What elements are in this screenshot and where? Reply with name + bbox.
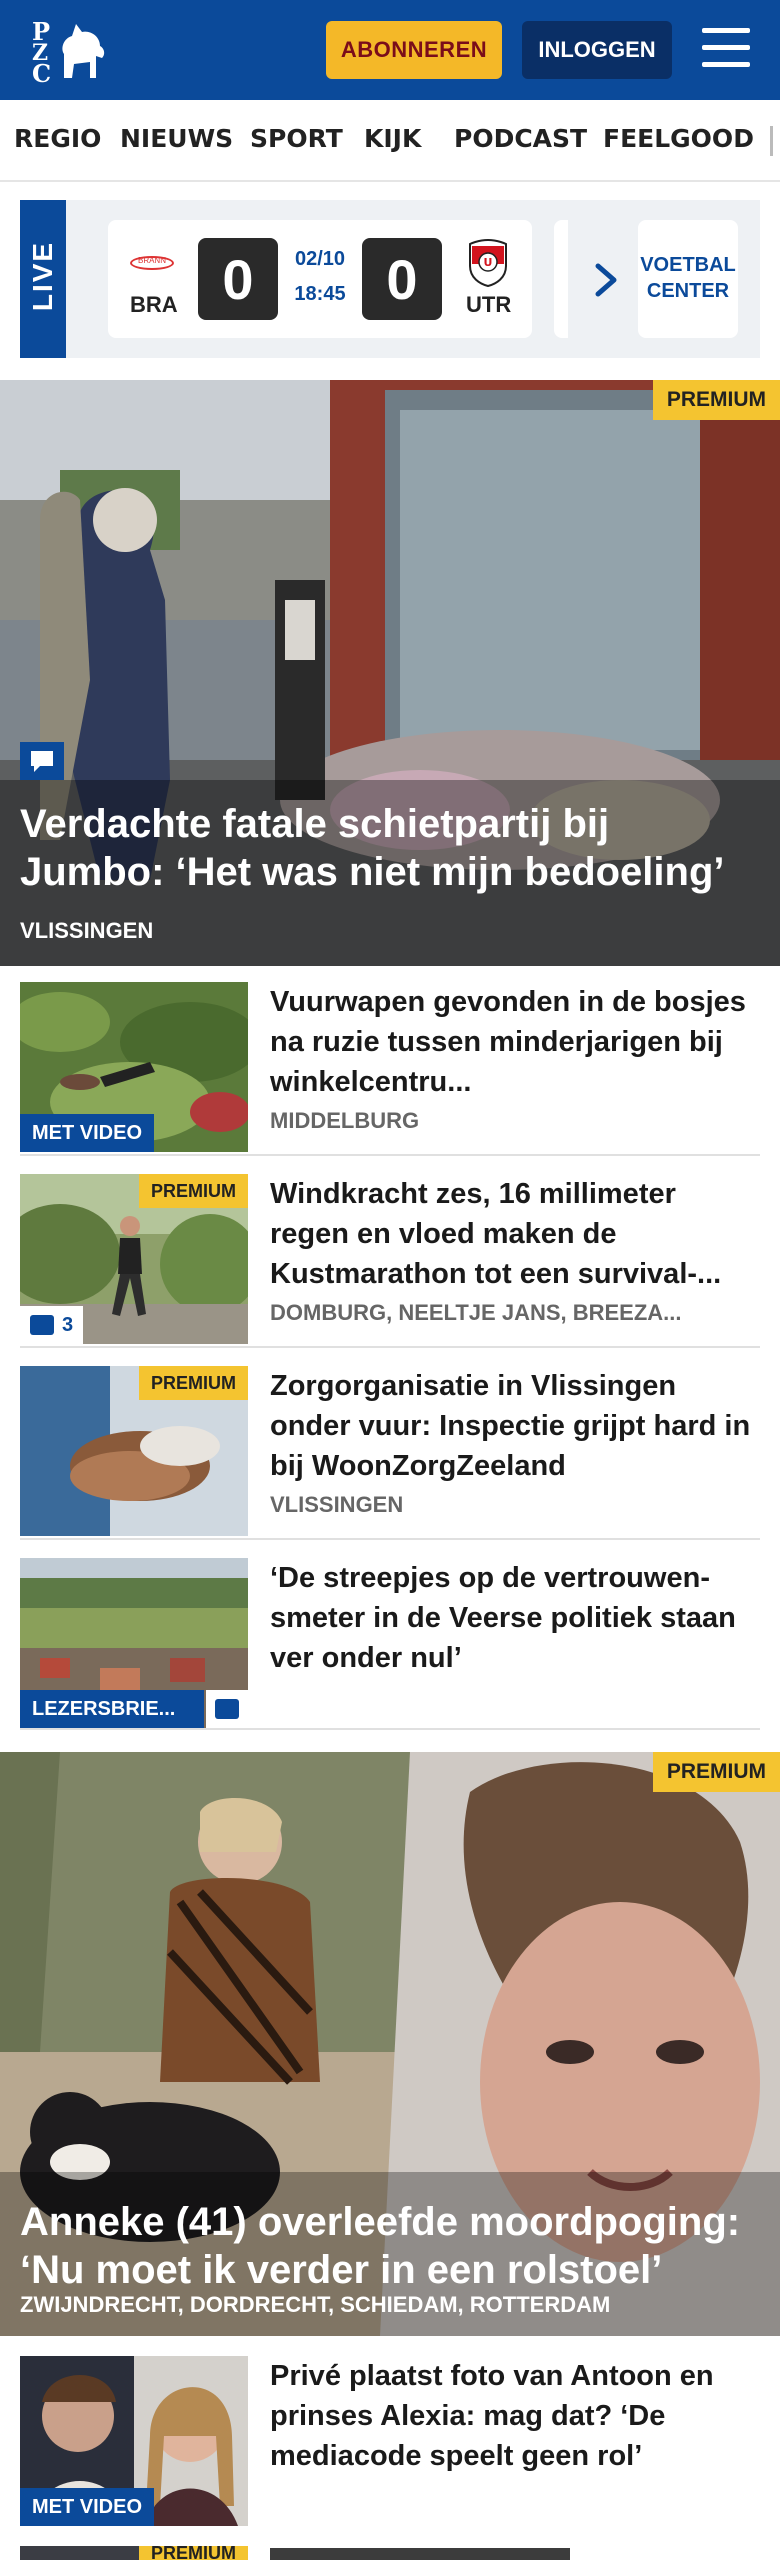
home-score: 0 xyxy=(198,238,278,320)
premium-badge: PREMIUM xyxy=(652,1752,780,1792)
article-title[interactable]: Zorgorganisatie in Vlissingen onder vuur… xyxy=(270,1366,760,1486)
article-location: VLISSINGEN xyxy=(270,1492,404,1517)
hamburger-menu-icon[interactable] xyxy=(700,24,752,74)
article-thumbnail: PREMIUM xyxy=(20,1366,248,1536)
comment-icon[interactable] xyxy=(206,1690,248,1728)
away-score: 0 xyxy=(362,238,442,320)
comment-count-number: 3 xyxy=(62,1314,74,1336)
nav-item-podcast[interactable]: PODCAST xyxy=(454,124,587,153)
article-thumbnail: PREMIUM xyxy=(20,2546,248,2560)
article-title-partial[interactable] xyxy=(270,2548,570,2560)
top-bar: P Z C ABONNEREN INLOGGEN xyxy=(0,0,780,100)
nav-item-sport[interactable]: SPORT xyxy=(250,124,343,153)
hero-article-anneke[interactable]: PREMIUM Anneke (41) overleefde moordpogi… xyxy=(0,1752,780,2336)
svg-text:U: U xyxy=(484,256,493,269)
comment-count[interactable]: 3 xyxy=(20,1306,84,1344)
match-date: 02/10 xyxy=(294,248,346,270)
article-title[interactable]: Privé plaatst foto van Antoon en prinses… xyxy=(270,2356,760,2476)
article-thumbnail: MET VIDEO xyxy=(20,982,248,1152)
article-thumbnail: MET VIDEO xyxy=(20,2356,248,2526)
hero-location: VLISSINGEN xyxy=(20,918,154,943)
hero-headline[interactable]: Verdachte fatale schietpartij bij Jumbo:… xyxy=(20,800,760,896)
article-location: MIDDELBURG xyxy=(270,1108,420,1133)
video-badge: MET VIDEO xyxy=(20,2488,155,2526)
svg-text:C: C xyxy=(32,59,51,86)
away-team-name: UTR xyxy=(466,292,512,317)
voetbal-center-link[interactable]: VOETBAL CENTER xyxy=(638,252,738,304)
video-badge: MET VIDEO xyxy=(20,1114,155,1152)
pzc-logo[interactable]: P Z C xyxy=(30,14,110,88)
subscribe-button[interactable]: ABONNEREN xyxy=(326,21,502,79)
list-item[interactable]: MET VIDEO Vuurwapen gevonden in de bosje… xyxy=(20,966,760,1156)
comment-icon xyxy=(30,1315,54,1335)
nav-overflow-divider xyxy=(770,126,773,156)
live-tag[interactable]: LIVE xyxy=(20,200,66,358)
article-thumbnail: LEZERSBRIE... xyxy=(20,1558,248,1728)
home-team-name: BRA xyxy=(130,292,178,317)
list-item[interactable]: PREMIUM 3 Windkracht zes, 16 millimeter … xyxy=(20,1158,760,1348)
next-match-card-edge[interactable] xyxy=(554,220,568,338)
nav-item-kijk[interactable]: KIJK xyxy=(364,124,421,153)
login-button[interactable]: INLOGGEN xyxy=(522,21,672,79)
list-item[interactable]: LEZERSBRIE... ‘De streepjes op de vertro… xyxy=(20,1542,760,1730)
nav-item-nieuws[interactable]: NIEUWS xyxy=(120,124,233,153)
chevron-right-icon[interactable] xyxy=(592,262,622,298)
hero-location: ZWIJNDRECHT, DORDRECHT, SCHIEDAM, ROTTER… xyxy=(20,2292,611,2317)
brann-logo-icon: BRANN xyxy=(130,256,174,270)
article-location: DOMBURG, NEELTJE JANS, BREEZA... xyxy=(270,1300,682,1325)
nav-item-regio[interactable]: REGIO xyxy=(14,124,101,153)
premium-badge: PREMIUM xyxy=(139,2546,248,2560)
match-time: 18:45 xyxy=(294,283,346,305)
fc-utrecht-crest-icon: U xyxy=(466,238,510,288)
article-title[interactable]: Vuurwapen gevonden in de bosjes na ruzie… xyxy=(270,982,760,1102)
list-item[interactable]: MET VIDEO Privé plaatst foto van Antoon … xyxy=(20,2336,760,2536)
section-nav: REGIO NIEUWS SPORT KIJK PODCAST FEELGOOD xyxy=(0,100,780,182)
premium-badge: PREMIUM xyxy=(139,1366,248,1400)
hero-article-jumbo[interactable]: PREMIUM Verdachte fatale schietpartij bi… xyxy=(0,380,780,966)
list-item[interactable]: PREMIUM Zorgorganisatie in Vlissingen on… xyxy=(20,1350,760,1540)
article-thumbnail: PREMIUM 3 xyxy=(20,1174,248,1344)
premium-badge: PREMIUM xyxy=(652,380,780,420)
premium-badge: PREMIUM xyxy=(139,1174,248,1208)
article-title[interactable]: Windkracht zes, 16 millimeter regen en v… xyxy=(270,1174,760,1294)
hero-headline[interactable]: Anneke (41) overleefde moordpoging: ‘Nu … xyxy=(20,2198,760,2294)
comment-icon[interactable] xyxy=(20,742,64,780)
reader-letter-badge: LEZERSBRIE... xyxy=(20,1690,204,1728)
article-title[interactable]: ‘De streepjes op de vertrouwen­smeter in… xyxy=(270,1558,760,1678)
nav-item-feelgood[interactable]: FEELGOOD xyxy=(603,124,754,153)
